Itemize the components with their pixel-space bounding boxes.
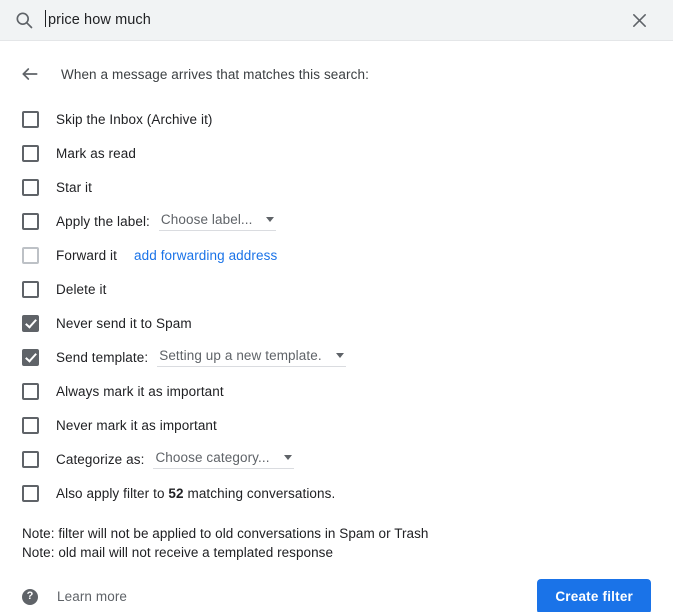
checkbox-apply-label[interactable] (22, 212, 39, 230)
checkbox-send-template[interactable] (22, 348, 39, 366)
matching-count: 52 (168, 485, 184, 501)
label-send-template: Send template: (56, 349, 149, 365)
dropdown-value: Setting up a new template. (159, 348, 322, 363)
add-forwarding-address-link[interactable]: add forwarding address (134, 248, 277, 263)
checkbox-forward-it[interactable] (22, 246, 39, 264)
label-prefix: Also apply filter to (56, 485, 169, 501)
filter-option-row: Delete it (0, 272, 673, 306)
help-icon: ? (22, 588, 38, 605)
dropdown-apply-label[interactable]: Choose label... (158, 211, 277, 231)
checkbox-skip-inbox[interactable] (22, 110, 39, 128)
chevron-down-icon (335, 353, 344, 358)
learn-more-label: Learn more (57, 589, 128, 604)
checkbox-star-it[interactable] (22, 178, 39, 196)
filter-option-row: Mark as read (0, 136, 673, 170)
chevron-down-icon (266, 217, 275, 222)
learn-more-link[interactable]: ? Learn more (22, 588, 128, 605)
label-mark-as-read: Mark as read (56, 145, 136, 161)
checkbox-never-send-to-spam[interactable] (22, 314, 39, 332)
label-skip-inbox: Skip the Inbox (Archive it) (56, 111, 213, 127)
checkbox-mark-as-read[interactable] (22, 144, 39, 162)
search-bar[interactable]: price how much (0, 0, 673, 41)
panel-header: When a message arrives that matches this… (0, 50, 673, 98)
label-never-mark-important: Never mark it as important (56, 417, 217, 433)
filter-option-row: Skip the Inbox (Archive it) (0, 102, 673, 136)
page-title: When a message arrives that matches this… (61, 66, 369, 82)
search-input[interactable]: price how much (45, 10, 619, 28)
label-never-send-to-spam: Never send it to Spam (56, 315, 192, 331)
chevron-down-icon (283, 455, 292, 460)
filter-option-row: Never send it to Spam (0, 306, 673, 340)
label-star-it: Star it (56, 179, 92, 195)
note-line-2: Note: old mail will not receive a templa… (22, 545, 334, 560)
filter-option-row: Categorize as: Choose category... (0, 442, 673, 476)
dropdown-send-template[interactable]: Setting up a new template. (157, 347, 346, 367)
search-icon (14, 10, 34, 30)
dropdown-categorize-as[interactable]: Choose category... (153, 449, 294, 469)
checkbox-never-mark-important[interactable] (22, 416, 39, 434)
checkbox-delete-it[interactable] (22, 280, 39, 298)
note-line-1: Note: filter will not be applied to old … (22, 526, 429, 541)
label-always-mark-important: Always mark it as important (56, 383, 224, 399)
label-forward-it: Forward it (56, 247, 118, 263)
filter-option-row: Also apply filter to 52 matching convers… (0, 476, 673, 510)
filter-option-row: Apply the label: Choose label... (0, 204, 673, 238)
panel-footer: ? Learn more Create filter (0, 579, 673, 612)
filter-option-row: Send template: Setting up a new template. (0, 340, 673, 374)
arrow-left-icon[interactable] (18, 62, 42, 86)
filter-options-list: Skip the Inbox (Archive it) Mark as read S… (0, 102, 673, 510)
label-delete-it: Delete it (56, 281, 107, 297)
label-categorize-as: Categorize as: (56, 451, 145, 467)
label-also-apply-filter: Also apply filter to 52 matching convers… (56, 486, 335, 501)
create-filter-button[interactable]: Create filter (537, 579, 651, 612)
label-suffix: matching conversations. (183, 485, 336, 501)
label-apply-label: Apply the label: (56, 213, 150, 229)
filter-option-row: Always mark it as important (0, 374, 673, 408)
dropdown-value: Choose label... (160, 212, 253, 227)
filter-option-row: Star it (0, 170, 673, 204)
notes-block: Note: filter will not be applied to old … (0, 524, 673, 562)
close-icon[interactable] (619, 0, 659, 40)
filter-option-row: Forward it add forwarding address (0, 238, 673, 272)
checkbox-categorize-as[interactable] (22, 450, 39, 468)
checkbox-always-mark-important[interactable] (22, 382, 39, 400)
dropdown-value: Choose category... (155, 450, 270, 465)
filter-option-row: Never mark it as important (0, 408, 673, 442)
filter-panel: When a message arrives that matches this… (0, 50, 673, 612)
checkbox-also-apply-filter[interactable] (22, 484, 39, 502)
